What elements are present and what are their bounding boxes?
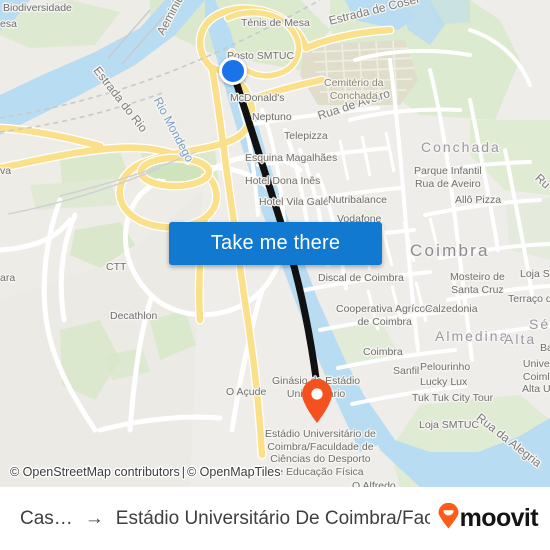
moovit-map-screen: Biodiversidade Aeminium Estrada do Rio R… bbox=[0, 0, 550, 550]
map-attribution: © OpenStreetMap contributors | © OpenMapTi… bbox=[10, 465, 280, 479]
origin-marker[interactable] bbox=[219, 57, 247, 85]
destination-marker[interactable] bbox=[300, 378, 334, 424]
osm-attribution-link[interactable]: © OpenStreetMap contributors bbox=[10, 465, 180, 479]
take-me-there-label: Take me there bbox=[210, 232, 341, 254]
route-summary[interactable]: Cas… → Estádio Universitário De Coimbra/… bbox=[20, 508, 430, 530]
moovit-pin-icon bbox=[438, 502, 459, 534]
openmaptiles-attribution-link[interactable]: © OpenMapTiles bbox=[187, 465, 281, 479]
route-origin-label: Cas… bbox=[20, 507, 73, 529]
moovit-logo[interactable]: moovit bbox=[438, 502, 539, 534]
attribution-separator: | bbox=[181, 465, 185, 479]
map-canvas[interactable]: Biodiversidade Aeminium Estrada do Rio R… bbox=[0, 0, 550, 487]
arrow-right-icon: → bbox=[84, 508, 104, 529]
route-destination-label: Estádio Universitário De Coimbra/Faculda… bbox=[115, 507, 430, 529]
moovit-wordmark: moovit bbox=[459, 504, 539, 532]
route-footer: Cas… → Estádio Universitário De Coimbra/… bbox=[0, 487, 550, 550]
take-me-there-button[interactable]: Take me there bbox=[169, 222, 382, 265]
